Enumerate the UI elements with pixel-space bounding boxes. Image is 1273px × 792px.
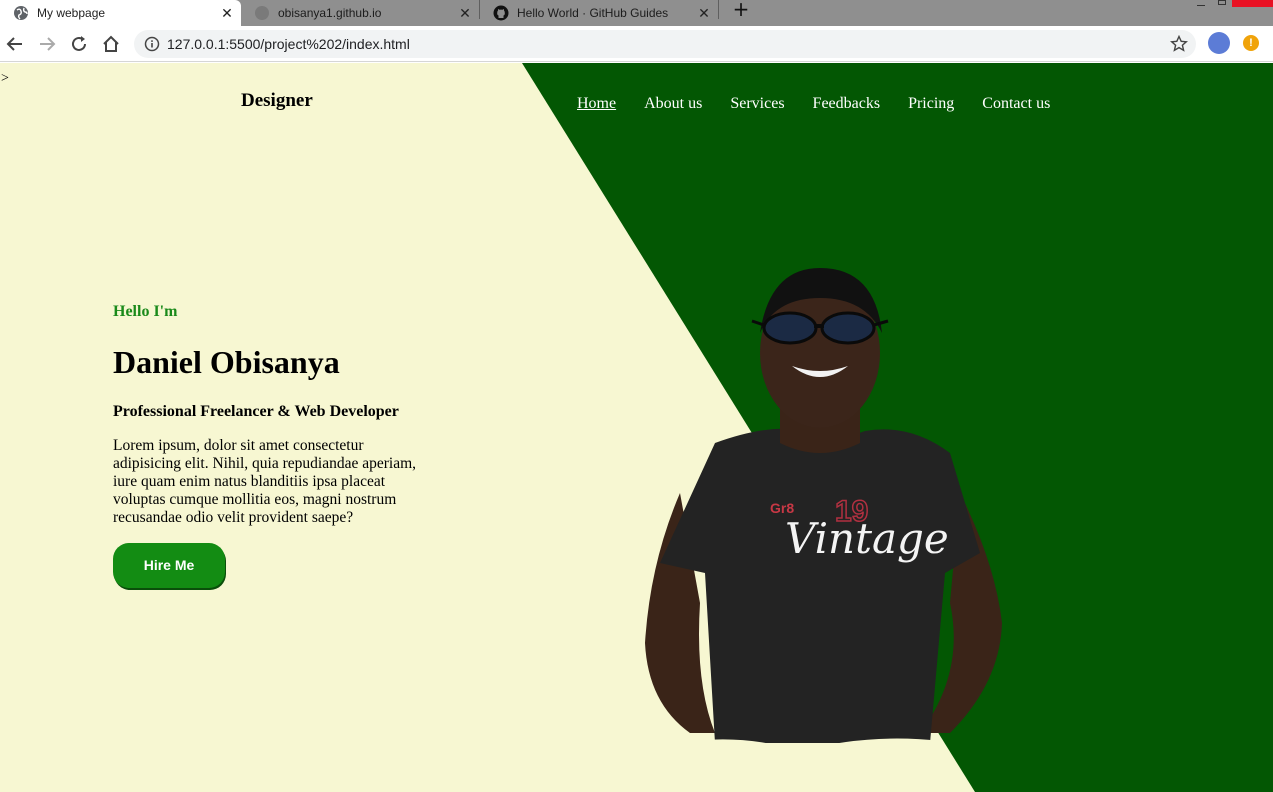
- stray-text: >: [1, 71, 9, 86]
- home-icon[interactable]: [100, 33, 122, 55]
- extension-icon[interactable]: [1208, 32, 1230, 54]
- close-tab-icon[interactable]: ✕: [696, 5, 712, 21]
- github-icon: [493, 5, 509, 21]
- globe-icon: [14, 6, 28, 20]
- shirt-print-mark: Gr8: [770, 500, 794, 516]
- tab-title: Hello World · GitHub Guides: [517, 6, 669, 20]
- browser-tabstrip: My webpage ✕ obisanya1.github.io ✕ Hello…: [0, 0, 1273, 26]
- url-text: 127.0.0.1:5500/project%202/index.html: [167, 36, 410, 52]
- tab-separator: [718, 0, 719, 19]
- hero-bio: Lorem ipsum, dolor sit amet consectetur …: [113, 437, 417, 526]
- hero-greeting: Hello I'm: [113, 303, 178, 320]
- globe-icon: [255, 6, 269, 20]
- bookmark-star-icon[interactable]: [1170, 35, 1188, 53]
- tab-obisanya-github[interactable]: obisanya1.github.io ✕: [241, 0, 479, 26]
- nav-about-us[interactable]: About us: [644, 95, 702, 113]
- maximize-button[interactable]: [1218, 0, 1226, 5]
- info-icon[interactable]: [144, 36, 160, 52]
- nav-feedbacks[interactable]: Feedbacks: [813, 95, 881, 113]
- hero-name: Daniel Obisanya: [113, 344, 340, 380]
- minimize-button[interactable]: [1197, 0, 1205, 6]
- close-tab-icon[interactable]: ✕: [457, 5, 473, 21]
- browser-toolbar: 127.0.0.1:5500/project%202/index.html !: [0, 26, 1273, 62]
- nav-contact-us[interactable]: Contact us: [982, 95, 1050, 113]
- nav-services[interactable]: Services: [730, 95, 784, 113]
- profile-photo: Vintage Gr8 19: [645, 268, 1002, 763]
- tab-github-guides[interactable]: Hello World · GitHub Guides ✕: [480, 0, 718, 26]
- hire-me-button[interactable]: Hire Me: [113, 543, 225, 588]
- close-tab-icon[interactable]: ✕: [219, 5, 235, 21]
- close-window-button[interactable]: [1232, 0, 1273, 7]
- back-arrow-icon[interactable]: [4, 33, 26, 55]
- tab-my-webpage[interactable]: My webpage ✕: [0, 0, 241, 26]
- reload-icon[interactable]: [68, 33, 90, 55]
- site-logo[interactable]: Designer: [241, 90, 313, 112]
- new-tab-button[interactable]: +: [731, 0, 751, 20]
- webpage: > Designer Home About us Services Feedba…: [0, 63, 1273, 792]
- tab-title: obisanya1.github.io: [278, 6, 382, 20]
- alert-extension-icon[interactable]: !: [1243, 35, 1259, 51]
- tab-title: My webpage: [37, 6, 106, 20]
- address-bar[interactable]: 127.0.0.1:5500/project%202/index.html: [134, 30, 1196, 58]
- shirt-print-number: 19: [835, 495, 868, 528]
- forward-arrow-icon[interactable]: [36, 33, 58, 55]
- main-nav: Home About us Services Feedbacks Pricing…: [577, 95, 1050, 113]
- nav-pricing[interactable]: Pricing: [908, 95, 954, 113]
- nav-home[interactable]: Home: [577, 95, 616, 113]
- hero-role: Professional Freelancer & Web Developer: [113, 403, 399, 420]
